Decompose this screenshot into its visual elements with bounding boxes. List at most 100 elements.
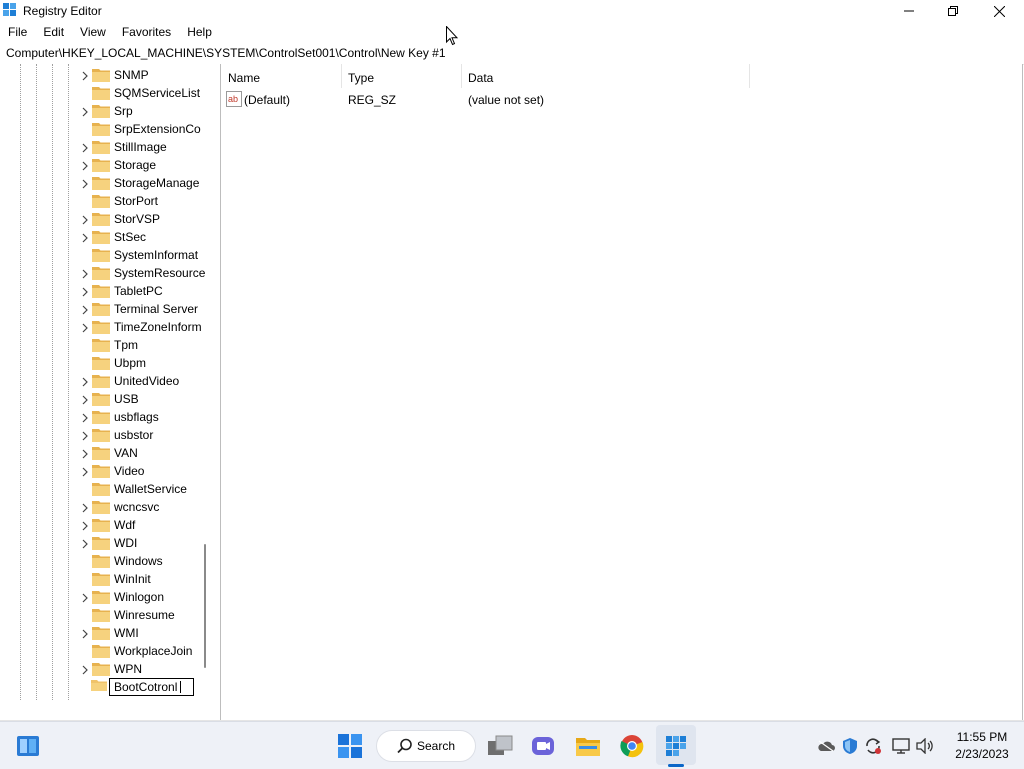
title-bar[interactable]: Registry Editor	[0, 0, 1024, 22]
tree-item[interactable]: Video	[80, 462, 210, 480]
tree-item[interactable]: WorkplaceJoin	[80, 642, 210, 660]
chevron-right-icon[interactable]	[80, 214, 90, 225]
column-header-data[interactable]: Data	[461, 64, 749, 88]
tree-item-label: StillImage	[114, 140, 167, 154]
chevron-right-icon[interactable]	[80, 304, 90, 315]
tree-item[interactable]: StillImage	[80, 138, 210, 156]
taskbar-search-button[interactable]: Search	[376, 730, 476, 762]
tree-item[interactable]: Tpm	[80, 336, 210, 354]
tree-item[interactable]: SrpExtensionCo	[80, 120, 210, 138]
chevron-right-icon[interactable]	[80, 268, 90, 279]
folder-icon	[92, 248, 110, 262]
chevron-right-icon[interactable]	[80, 178, 90, 189]
tree-item[interactable]: WalletService	[80, 480, 210, 498]
defender-icon[interactable]	[840, 730, 860, 762]
tree-item[interactable]: Ubpm	[80, 354, 210, 372]
teams-chat-icon[interactable]	[527, 730, 559, 762]
column-header-name[interactable]: Name	[221, 64, 341, 88]
chevron-right-icon[interactable]	[80, 664, 90, 675]
key-tree-pane[interactable]: SNMP SQMServiceList Srp SrpExtensionCo Still…	[0, 64, 217, 720]
tree-item[interactable]: SystemInformat	[80, 246, 210, 264]
chevron-right-icon[interactable]	[80, 322, 90, 333]
minimize-button[interactable]	[886, 0, 932, 22]
tree-item[interactable]: WMI	[80, 624, 210, 642]
chevron-right-icon[interactable]	[80, 502, 90, 513]
menu-view[interactable]: View	[72, 22, 114, 42]
tree-item[interactable]: SystemResource	[80, 264, 210, 282]
tree-item[interactable]: USB	[80, 390, 210, 408]
chevron-right-icon[interactable]	[80, 520, 90, 531]
close-button[interactable]	[976, 0, 1022, 22]
column-divider[interactable]	[749, 64, 750, 88]
chrome-icon[interactable]	[616, 730, 648, 762]
tree-item[interactable]: usbstor	[80, 426, 210, 444]
chevron-right-icon[interactable]	[80, 538, 90, 549]
value-row[interactable]: ab (Default) REG_SZ (value not set)	[221, 90, 1021, 110]
clock-time[interactable]: 11:55 PM	[944, 730, 1020, 744]
chevron-right-icon[interactable]	[80, 232, 90, 243]
chevron-right-icon[interactable]	[80, 376, 90, 387]
network-icon[interactable]	[891, 730, 911, 762]
restore-button[interactable]	[930, 0, 976, 22]
chevron-right-icon[interactable]	[80, 430, 90, 441]
menu-favorites[interactable]: Favorites	[114, 22, 179, 42]
tree-item[interactable]: Winresume	[80, 606, 210, 624]
tree-item[interactable]: WinInit	[80, 570, 210, 588]
chevron-right-icon[interactable]	[80, 160, 90, 171]
address-bar[interactable]: Computer\HKEY_LOCAL_MACHINE\SYSTEM\Contr…	[0, 42, 1024, 65]
column-header-type[interactable]: Type	[341, 64, 461, 88]
clock-date[interactable]: 2/23/2023	[944, 747, 1020, 761]
tree-item[interactable]: WDI	[80, 534, 210, 552]
sync-icon[interactable]	[863, 730, 883, 762]
tree-item[interactable]: Terminal Server	[80, 300, 210, 318]
registry-icon	[3, 3, 17, 17]
tree-item[interactable]: StorPort	[80, 192, 210, 210]
chevron-right-icon[interactable]	[80, 286, 90, 297]
registry-editor-icon[interactable]	[660, 730, 692, 762]
menu-file[interactable]: File	[0, 22, 35, 42]
chevron-right-icon[interactable]	[80, 394, 90, 405]
tree-item[interactable]: UnitedVideo	[80, 372, 210, 390]
tree-item[interactable]: TabletPC	[80, 282, 210, 300]
onedrive-icon[interactable]	[816, 730, 836, 762]
menu-help[interactable]: Help	[179, 22, 220, 42]
chevron-right-icon[interactable]	[80, 412, 90, 423]
tree-item[interactable]: Wdf	[80, 516, 210, 534]
chevron-right-icon[interactable]	[80, 106, 90, 117]
value-data: (value not set)	[468, 93, 545, 107]
tree-item[interactable]: StorageManage	[80, 174, 210, 192]
start-icon[interactable]	[334, 730, 366, 762]
tree-item[interactable]: usbflags	[80, 408, 210, 426]
file-explorer-icon[interactable]	[572, 730, 604, 762]
tree-item[interactable]: SNMP	[80, 66, 210, 84]
tree-item[interactable]: StorVSP	[80, 210, 210, 228]
tree-item[interactable]: wcncsvc	[80, 498, 210, 516]
tree-item[interactable]: Winlogon	[80, 588, 210, 606]
chevron-right-icon[interactable]	[80, 628, 90, 639]
chevron-right-icon[interactable]	[80, 448, 90, 459]
tree-item[interactable]: SQMServiceList	[80, 84, 210, 102]
chevron-right-icon[interactable]	[80, 466, 90, 477]
tree-vertical-scrollbar[interactable]	[204, 544, 206, 668]
column-data-label: Data	[468, 71, 494, 85]
tree-item[interactable]: Storage	[80, 156, 210, 174]
tree-item[interactable]: StSec	[80, 228, 210, 246]
tree-item[interactable]: Srp	[80, 102, 210, 120]
values-pane[interactable]: Name Type Data ab (Default) REG_SZ (valu…	[221, 64, 1023, 720]
show-desktop-widget-icon[interactable]	[12, 730, 44, 762]
chevron-right-icon[interactable]	[80, 70, 90, 81]
tree-item[interactable]: TimeZoneInform	[80, 318, 210, 336]
tree-item[interactable]: WPN	[80, 660, 210, 678]
tree-item[interactable]: VAN	[80, 444, 210, 462]
rename-key-input[interactable]: BootCotronl	[109, 678, 194, 696]
menu-edit[interactable]: Edit	[35, 22, 72, 42]
chevron-right-icon[interactable]	[80, 592, 90, 603]
volume-icon[interactable]	[915, 730, 935, 762]
chevron-right-icon[interactable]	[80, 142, 90, 153]
tree-item-label: TabletPC	[114, 284, 163, 298]
address-path[interactable]: Computer\HKEY_LOCAL_MACHINE\SYSTEM\Contr…	[6, 46, 446, 60]
folder-icon	[92, 86, 110, 100]
task-view-icon[interactable]	[484, 730, 516, 762]
tree-item[interactable]: Windows	[80, 552, 210, 570]
tree-item-label: Terminal Server	[114, 302, 199, 316]
